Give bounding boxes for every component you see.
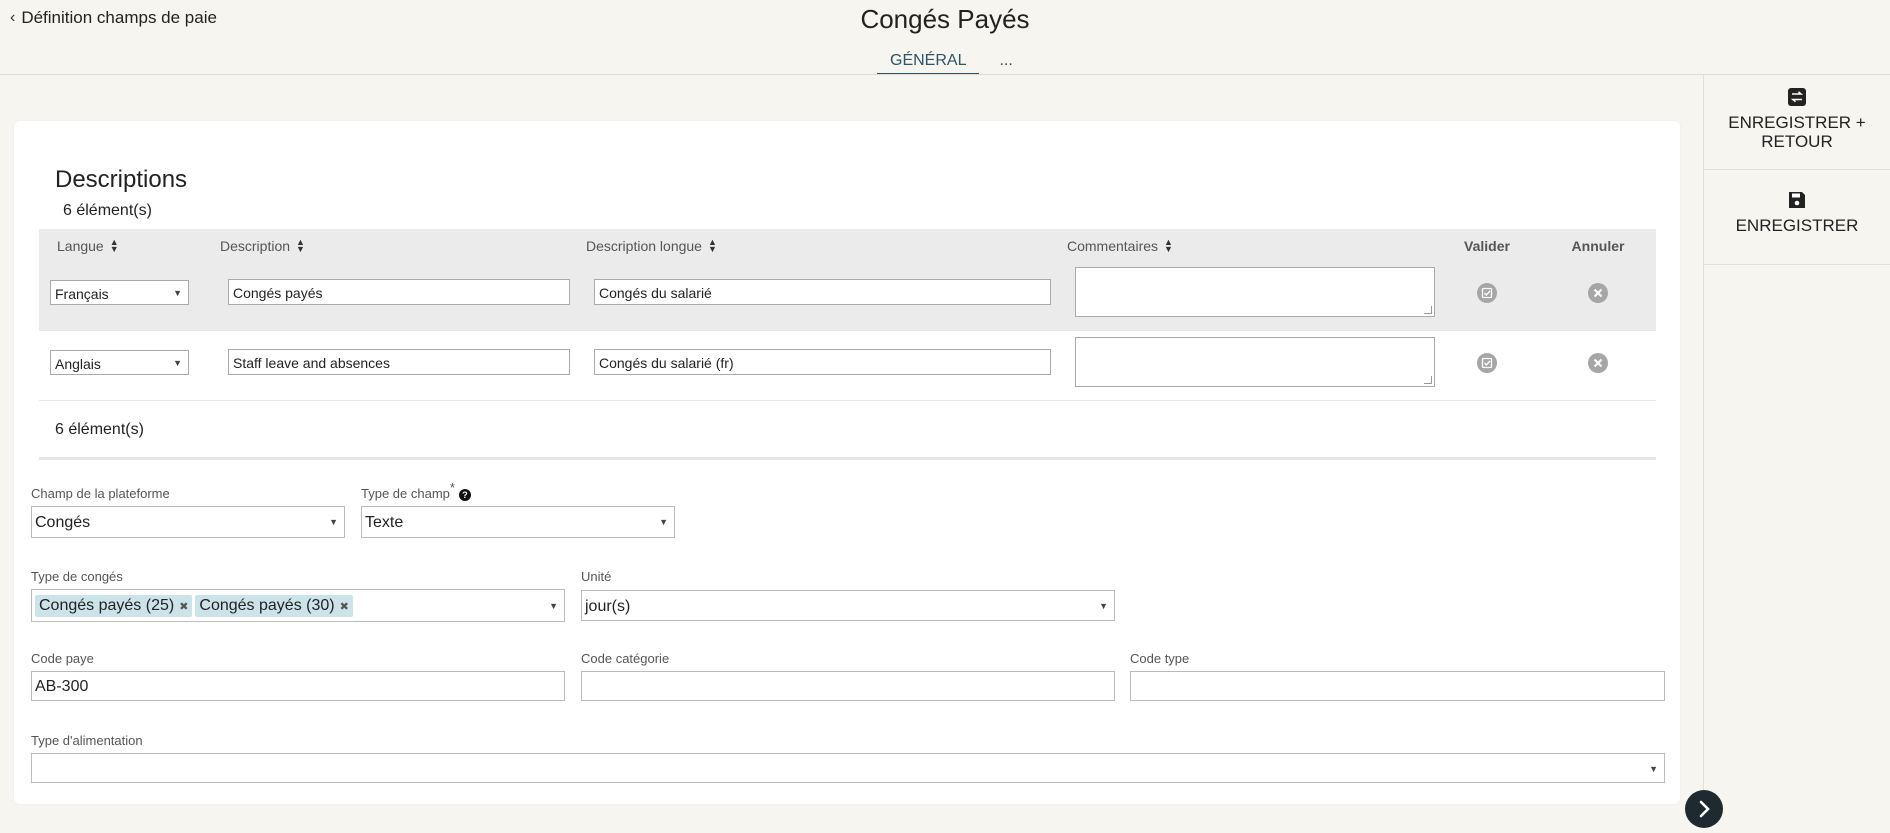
type-alimentation-label: Type d'alimentation <box>31 733 143 748</box>
save-label: ENREGISTRER <box>1735 216 1859 235</box>
save-return-button[interactable]: ENREGISTRER + RETOUR <box>1704 75 1890 170</box>
header-divider <box>0 74 1890 75</box>
dropdown-arrow-icon: ▼ <box>549 601 558 611</box>
table-row: Français ▼ Congés payés Congés du salari… <box>39 261 1656 331</box>
langue-select[interactable]: Anglais ▼ <box>50 350 189 375</box>
cancel-icon[interactable] <box>1588 353 1608 373</box>
unite-label: Unité <box>581 569 612 584</box>
required-mark: * <box>449 480 455 495</box>
tab-general[interactable]: GÉNÉRAL <box>877 50 980 75</box>
col-annuler: Annuler <box>1571 238 1625 254</box>
sort-icon: ▲ ▼ <box>1164 237 1173 254</box>
dropdown-arrow-icon: ▼ <box>173 358 182 368</box>
cancel-icon[interactable] <box>1588 283 1608 303</box>
remove-chip-icon[interactable]: ✖ <box>340 601 349 613</box>
type-champ-select[interactable]: Texte ▼ <box>361 506 675 538</box>
item-count-top: 6 élément(s) <box>63 202 152 219</box>
section-divider <box>39 457 1656 460</box>
code-type-input[interactable] <box>1130 671 1665 701</box>
dropdown-arrow-icon: ▼ <box>1099 601 1108 611</box>
action-panel: ENREGISTRER + RETOUR ENREGISTRER <box>1703 75 1890 823</box>
commentaires-textarea[interactable] <box>1075 337 1435 387</box>
sort-icon: ▲ ▼ <box>109 237 119 254</box>
remove-chip-icon[interactable]: ✖ <box>179 601 188 613</box>
type-alimentation-select[interactable]: ▼ <box>31 753 1665 783</box>
dropdown-arrow-icon: ▼ <box>659 517 668 527</box>
tab-more[interactable]: ... <box>979 50 1025 75</box>
col-langue[interactable]: Langue ▲ ▼ <box>57 237 119 255</box>
unite-select[interactable]: jour(s) ▼ <box>581 590 1115 621</box>
save-return-label: ENREGISTRER + RETOUR <box>1728 113 1866 151</box>
tab-bar: GÉNÉRAL ... <box>877 50 1026 75</box>
section-title: Descriptions <box>55 166 188 193</box>
code-categorie-label: Code catégorie <box>581 651 670 666</box>
sort-icon: ▲ ▼ <box>296 237 305 254</box>
validate-icon[interactable] <box>1477 353 1497 373</box>
col-description[interactable]: Description ▲ ▼ <box>220 237 305 255</box>
main-card: Descriptions 6 élément(s) Langue ▲ ▼ Desc… <box>14 121 1680 804</box>
col-valider: Valider <box>1464 238 1510 254</box>
sort-icon: ▲ ▼ <box>707 237 717 254</box>
commentaires-textarea[interactable] <box>1075 267 1435 317</box>
floppy-disk-icon <box>1789 192 1805 208</box>
chip-list: Congés payés (25) ✖ Congés payés (30) ✖ <box>35 595 356 617</box>
dropdown-arrow-icon: ▼ <box>173 288 182 298</box>
table-header: Langue ▲ ▼ Description ▲ ▼ Description lon… <box>39 229 1656 261</box>
descriptions-table: Langue ▲ ▼ Description ▲ ▼ Description lon… <box>39 229 1656 401</box>
code-paye-label: Code paye <box>31 651 94 666</box>
dropdown-arrow-icon: ▼ <box>1649 764 1658 774</box>
description-input[interactable]: Staff leave and absences <box>228 349 570 375</box>
chevron-right-icon <box>1699 800 1710 818</box>
save-return-icon <box>1788 88 1806 106</box>
col-commentaires[interactable]: Commentaires ▲ ▼ <box>1067 237 1173 255</box>
type-conges-label: Type de congés <box>31 569 123 584</box>
champ-plateforme-select[interactable]: Congés ▼ <box>31 506 345 538</box>
chip: Congés payés (25) ✖ <box>35 595 193 617</box>
type-conges-multiselect[interactable]: Congés payés (25) ✖ Congés payés (30) ✖ ▼ <box>31 589 565 622</box>
chip: Congés payés (30) ✖ <box>195 595 353 617</box>
code-paye-input[interactable]: AB-300 <box>31 671 565 701</box>
description-input[interactable]: Congés payés <box>228 279 570 305</box>
langue-select[interactable]: Français ▼ <box>50 280 189 305</box>
item-count-bottom: 6 élément(s) <box>55 421 144 438</box>
page-title: Congés Payés <box>860 4 1030 34</box>
description-longue-input[interactable]: Congés du salarié (fr) <box>594 349 1051 375</box>
table-row: Anglais ▼ Staff leave and absences Congé… <box>39 331 1656 401</box>
code-categorie-input[interactable] <box>581 671 1115 701</box>
code-type-label: Code type <box>1130 651 1190 666</box>
champ-plateforme-label: Champ de la plateforme <box>31 486 170 501</box>
col-description-longue[interactable]: Description longue ▲ ▼ <box>586 237 717 255</box>
description-longue-input[interactable]: Congés du salarié <box>594 279 1051 305</box>
save-button[interactable]: ENREGISTRER <box>1704 170 1890 265</box>
validate-icon[interactable] <box>1477 283 1497 303</box>
type-champ-label: Type de champ*? <box>361 480 471 501</box>
next-button[interactable] <box>1685 790 1723 828</box>
help-icon[interactable]: ? <box>458 488 471 501</box>
dropdown-arrow-icon: ▼ <box>329 517 338 527</box>
